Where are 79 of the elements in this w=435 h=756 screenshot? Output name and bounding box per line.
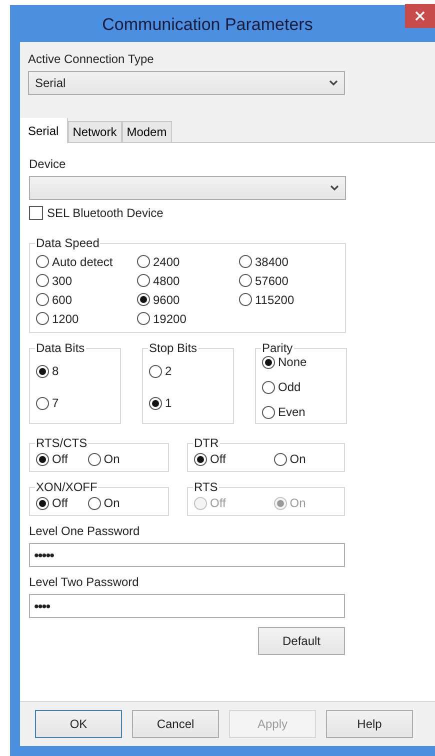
group-title: RTS/CTS [35,436,88,450]
radio-label: Auto detect [52,254,113,268]
radio-button[interactable] [36,364,49,378]
radio-label: 300 [52,274,72,288]
radio-button[interactable] [88,452,101,466]
radio-button[interactable] [137,274,150,287]
radio-button[interactable] [36,255,49,268]
radio-label: 600 [52,292,72,306]
radio-label: Off [52,452,68,466]
radio-button[interactable] [137,312,150,325]
dialog-button[interactable]: OK [35,710,122,738]
radio-button[interactable] [137,255,150,268]
password-field[interactable]: •••• [29,594,345,618]
connection-dropdown[interactable]: Serial [28,71,345,95]
radio-label: None [278,355,307,369]
radio-label: On [290,452,306,466]
dialog-button[interactable]: Cancel [132,710,219,738]
radio-label: Odd [278,380,301,394]
close-icon [415,11,425,21]
radio-label: On [104,496,120,510]
radio-label: Off [210,452,226,466]
radio-label: 8 [52,364,59,378]
chevron-icon [330,185,339,191]
radio-label: 115200 [255,292,294,306]
radio-button[interactable] [36,293,49,306]
dialog-button[interactable]: Help [326,710,413,738]
radio-label: 57600 [255,274,288,288]
radio-label: 38400 [255,254,288,268]
radio-label: 1200 [52,312,79,326]
checkbox[interactable] [29,206,43,220]
radio-label: 19200 [153,312,186,326]
radio-label: 1 [165,396,172,410]
radio-label: Even [278,405,306,419]
radio-button[interactable] [262,406,275,418]
window-title: Communication Parameters [101,14,314,35]
radio-label: 7 [52,396,59,410]
radio-button[interactable] [88,496,101,510]
group-title: Parity [261,341,294,355]
radio-button[interactable] [262,380,275,394]
group-title: DTR [193,436,220,450]
radio-button[interactable] [36,396,49,410]
tab[interactable]: Serial [20,118,68,143]
radio-button[interactable] [137,293,150,306]
field-label: Level One Password [29,524,140,538]
radio-label: Off [210,496,226,510]
radio-button[interactable] [194,452,207,466]
radio-label: 4800 [153,274,180,288]
radio-button[interactable] [262,356,275,368]
radio-button[interactable] [274,452,287,466]
group-title: RTS [193,480,219,494]
radio-button[interactable] [239,293,252,306]
group-title: Data Bits [35,341,86,355]
tab[interactable]: Network [68,121,122,142]
group-title: XON/XOFF [35,480,98,494]
radio-button[interactable] [36,496,49,510]
radio-button[interactable] [36,452,49,466]
close-button[interactable] [405,4,435,28]
radio-button[interactable] [36,312,49,325]
radio-label: 2400 [153,254,180,268]
group-title: Data Speed [35,236,100,250]
password-field[interactable]: ••••• [29,543,345,567]
field-label: Level Two Password [29,575,139,589]
radio-label: On [104,452,120,466]
radio-label: Off [52,496,68,510]
radio-button[interactable] [149,396,162,410]
radio-label: On [290,496,306,510]
chevron-icon [329,80,338,86]
radio-button[interactable] [239,255,252,268]
tab[interactable]: Modem [122,121,172,142]
group-title: Stop Bits [148,341,198,355]
default-button[interactable]: Default [258,627,345,655]
radio-button[interactable] [239,274,252,287]
radio-button[interactable] [149,364,162,378]
radio-button[interactable] [36,274,49,287]
radio-label: 9600 [153,292,180,306]
field-label: Device [29,157,67,171]
radio-label: 2 [165,364,172,378]
field-label: Active Connection Type [28,52,155,66]
checkbox-label: SEL Bluetooth Device [47,206,164,220]
